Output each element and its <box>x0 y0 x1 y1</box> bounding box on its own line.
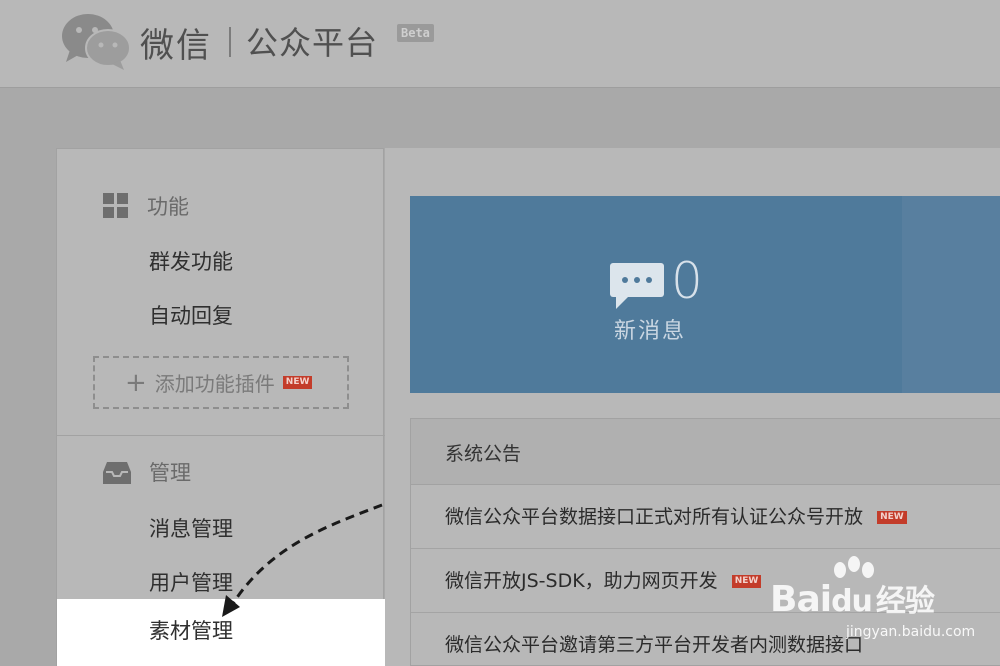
logo-divider <box>229 27 231 57</box>
baidu-jingyan-watermark: Baidu 经验 jingyan.baidu.com <box>760 556 1000 666</box>
new-messages-label: 新消息 <box>614 319 687 344</box>
top-header: 微信 公众平台 Beta <box>0 0 1000 88</box>
notice-item-text: 微信公众平台数据接口正式对所有认证公众号开放 <box>445 506 864 528</box>
watermark-brand: Baidu 经验 <box>770 579 935 620</box>
notices-title: 系统公告 <box>411 419 1000 485</box>
new-badge: NEW <box>731 575 762 588</box>
wechat-logo-icon <box>62 14 131 70</box>
section-functions: 功能 <box>103 191 189 221</box>
chat-bubble-icon <box>610 263 664 309</box>
new-badge: NEW <box>282 376 313 389</box>
logo-subtitle: 公众平台 <box>246 24 379 62</box>
sidebar-divider <box>57 435 385 436</box>
grid-icon <box>103 193 128 218</box>
plus-icon: + <box>125 367 147 398</box>
add-plugin-button[interactable]: + 添加功能插件 NEW <box>93 356 349 409</box>
watermark-url: jingyan.baidu.com <box>846 624 976 640</box>
beta-badge: Beta <box>397 24 434 42</box>
section-management-title: 管理 <box>149 461 191 485</box>
sidebar-item-mass-send[interactable]: 群发功能 <box>149 246 233 276</box>
inbox-icon <box>103 462 131 484</box>
notice-item[interactable]: 微信公众平台数据接口正式对所有认证公众号开放 NEW <box>411 485 1000 549</box>
section-management: 管理 <box>103 457 191 487</box>
add-plugin-label: 添加功能插件 <box>154 372 275 396</box>
sidebar-item-auto-reply[interactable]: 自动回复 <box>149 300 233 330</box>
new-messages-count: 0 <box>671 252 703 310</box>
logo-text: 微信 <box>140 26 212 66</box>
new-badge: NEW <box>877 511 907 524</box>
notice-item-text: 微信开放JS-SDK，助力网页开发 <box>445 570 718 592</box>
dashed-arrow-icon <box>222 503 383 617</box>
section-functions-title: 功能 <box>147 195 189 219</box>
secondary-stat-tile[interactable] <box>902 196 1000 393</box>
